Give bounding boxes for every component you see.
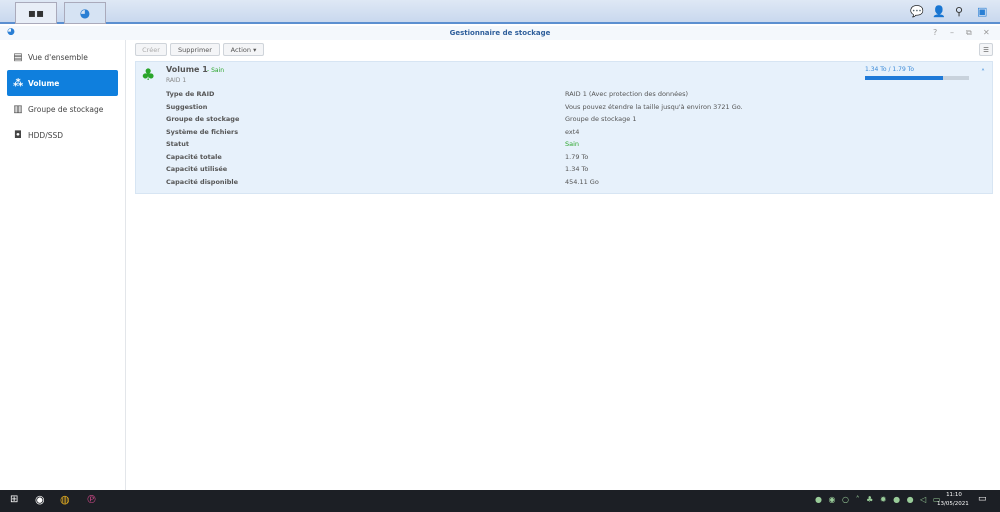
notification-center-icon[interactable]: ▭ (978, 494, 987, 504)
detail-label: Suggestion (166, 102, 208, 111)
usage-bar (865, 76, 969, 80)
volume-cubes-icon: ♣ (141, 65, 156, 84)
detail-value: 1.79 To (565, 152, 589, 161)
collapse-chevron-icon[interactable]: ˄ (981, 68, 985, 77)
windows-taskbar: ⊞ ◉ ◍ ℗ ● ◉ ○ ˄ ♣ ✹ ● ● ◁ ▭ 11:10 13/05/… (0, 490, 1000, 512)
sidebar-item-label: Vue d'ensemble (28, 52, 88, 62)
main-content: Créer Supprimer Action ▾ ☰ ♣ Volume 1 - … (127, 40, 1000, 490)
search-icon[interactable]: ⚲ (955, 5, 963, 18)
usage-text: 1.34 To / 1.79 To (865, 66, 915, 73)
window-title-bar: ◕ Gestionnaire de stockage ? – ⧉ ✕ (0, 26, 1000, 40)
detail-value: Groupe de stockage 1 (565, 115, 637, 123)
detail-label: Système de fichiers (166, 127, 239, 136)
storage-manager-icon: ◕ (79, 6, 91, 20)
detail-label: Type de RAID (166, 90, 215, 98)
volume-raid: RAID 1 (166, 77, 187, 84)
clock-time: 11:10 (946, 492, 962, 498)
volume-name: Volume 1 (166, 65, 208, 74)
detail-value: 454.11 Go (565, 177, 599, 186)
action-dropdown[interactable]: Action ▾ (223, 43, 264, 56)
app-icon-3[interactable]: ℗ (86, 493, 97, 506)
sidebar-item-label: Groupe de stockage (28, 104, 104, 114)
sidebar-item-hdd-ssd[interactable]: ◘ HDD/SSD (7, 122, 118, 148)
sort-button[interactable]: ☰ (979, 43, 993, 56)
sidebar: ▤ Vue d'ensemble ⁂ Volume ▥ Groupe de stock… (0, 40, 126, 490)
disk-icon: ◘ (14, 129, 22, 141)
widgets-icon[interactable]: ▣ (977, 5, 987, 18)
dsm-top-bar: ▪▪ ◕ 💬 👤 ⚲ ▣ (0, 0, 1000, 24)
system-tray-icons[interactable]: ● ◉ ○ ˄ ♣ ✹ ● ● ◁ ▭ (815, 495, 942, 504)
volume-icon: ⁂ (13, 77, 24, 89)
grid-icon: ▪▪ (27, 6, 45, 20)
close-icon[interactable]: ✕ (983, 28, 990, 37)
detail-value: Sain (565, 140, 580, 148)
help-icon[interactable]: ? (933, 28, 937, 37)
chrome-icon[interactable]: ◍ (60, 493, 70, 506)
minimize-icon[interactable]: – (950, 28, 954, 37)
main-menu-button[interactable]: ▪▪ (15, 2, 57, 24)
clock-date: 13/05/2021 (937, 501, 969, 507)
sidebar-item-storage-pool[interactable]: ▥ Groupe de stockage (7, 96, 118, 122)
detail-label: Capacité disponible (166, 177, 239, 186)
detail-label: Statut (166, 140, 190, 148)
detail-value: 1.34 To (565, 165, 589, 173)
maximize-icon[interactable]: ⧉ (966, 28, 972, 38)
usage-bar-fill (865, 76, 943, 80)
sidebar-item-overview[interactable]: ▤ Vue d'ensemble (7, 44, 118, 70)
storage-pool-icon: ▥ (13, 103, 23, 115)
sidebar-item-label: HDD/SSD (28, 130, 64, 140)
detail-value: ext4 (565, 127, 580, 136)
volume-panel[interactable]: ♣ Volume 1 - Sain RAID 1 1.34 To / 1.79 … (135, 61, 993, 194)
storage-manager-taskbar-button[interactable]: ◕ (64, 2, 106, 24)
detail-label: Groupe de stockage (166, 115, 240, 123)
sidebar-item-volume[interactable]: ⁂ Volume (7, 70, 118, 96)
user-icon[interactable]: 👤 (932, 5, 946, 18)
detail-value: Vous pouvez étendre la taille jusqu'à en… (565, 102, 743, 111)
app-icon-1[interactable]: ◉ (35, 493, 45, 506)
detail-value: RAID 1 (Avec protection des données) (565, 90, 689, 98)
sort-icon: ☰ (983, 45, 989, 54)
delete-button[interactable]: Supprimer (170, 43, 220, 56)
detail-label: Capacité utilisée (166, 165, 228, 173)
volume-status: - Sain (207, 67, 225, 74)
overview-icon: ▤ (13, 51, 23, 63)
window-title: Gestionnaire de stockage (449, 29, 551, 37)
create-button[interactable]: Créer (135, 43, 167, 56)
notifications-icon[interactable]: 💬 (910, 5, 924, 18)
windows-start-icon[interactable]: ⊞ (10, 494, 18, 505)
detail-label: Capacité totale (166, 152, 222, 161)
sidebar-item-label: Volume (28, 78, 60, 88)
